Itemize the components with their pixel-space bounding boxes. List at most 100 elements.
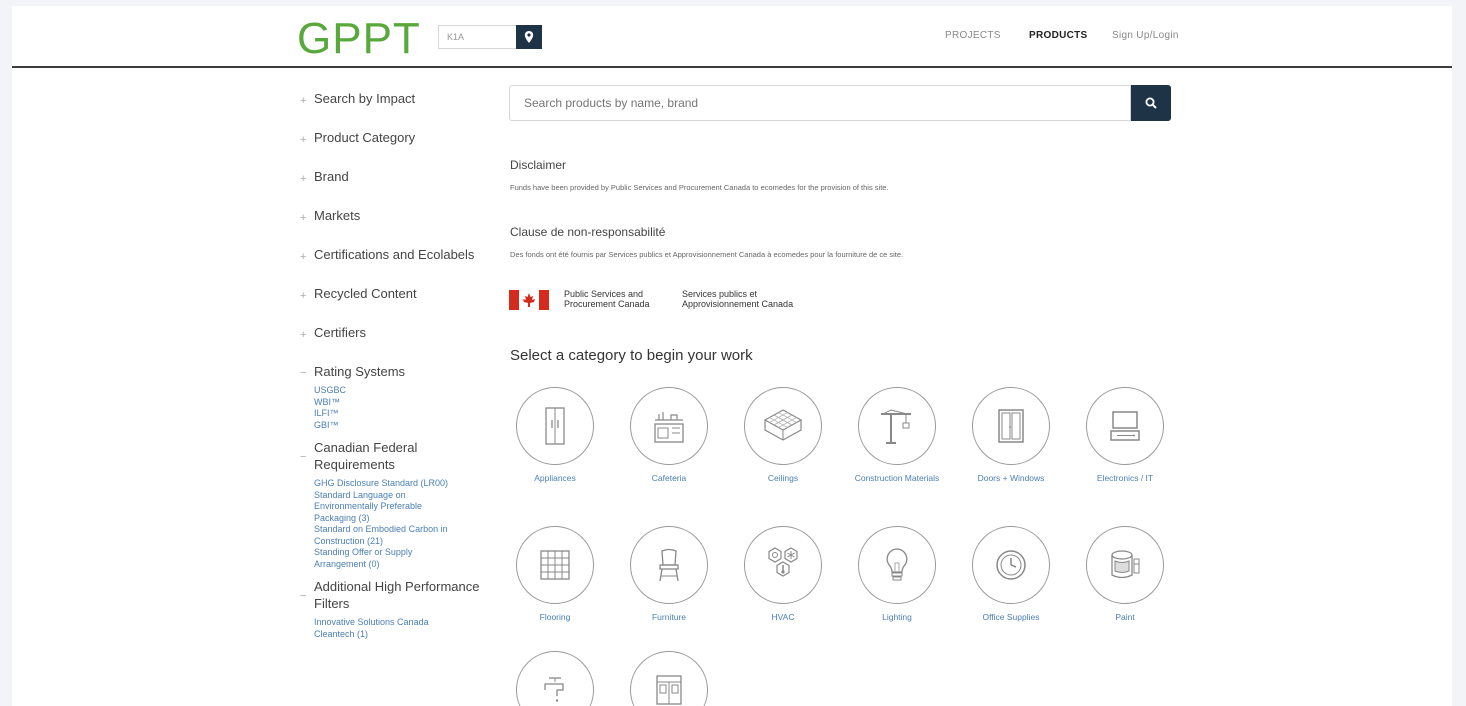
rating-usgbc-link[interactable]: USGBC: [314, 385, 500, 397]
filter-recycled-content[interactable]: + Recycled Content: [300, 285, 500, 324]
page: GPPT K1A PROJECTS PRODUCTS Sign Up/Login…: [12, 6, 1452, 706]
nav-products[interactable]: PRODUCTS: [1029, 30, 1088, 41]
expand-icon: +: [300, 251, 307, 263]
disclaimer-title-fr: Clause de non-responsabilité: [510, 225, 666, 239]
expand-icon: +: [300, 134, 307, 146]
category-label: Paint: [1115, 612, 1135, 622]
filter-search-by-impact[interactable]: + Search by Impact: [300, 90, 500, 129]
category-cabinets[interactable]: [619, 651, 719, 706]
category-label: HVAC: [771, 612, 795, 622]
requirement-link[interactable]: Environmentally Preferable: [314, 501, 500, 513]
category-flooring[interactable]: Flooring: [505, 526, 605, 622]
collapse-icon[interactable]: −: [300, 451, 306, 463]
group-title[interactable]: Canadian Federal Requirements: [314, 439, 500, 473]
category-label: Cafeteria: [651, 473, 687, 483]
collapse-icon[interactable]: −: [300, 590, 306, 602]
additional-filter-link[interactable]: Cleantech (1): [314, 629, 500, 641]
nav-projects[interactable]: PROJECTS: [945, 30, 1001, 41]
filter-label: Recycled Content: [314, 286, 417, 301]
disclaimer-text-fr: Des fonds ont été fournis par Services p…: [510, 250, 904, 259]
gppt-logo[interactable]: GPPT: [297, 14, 421, 64]
government-name-en: Public Services and Procurement Canada: [564, 289, 650, 309]
filter-brand[interactable]: + Brand: [300, 168, 500, 207]
expand-icon: +: [300, 329, 307, 341]
category-plumbing[interactable]: [505, 651, 605, 706]
refrigerator-icon: [545, 407, 565, 445]
category-paint[interactable]: Paint: [1075, 526, 1175, 622]
nav-signup-login[interactable]: Sign Up/Login: [1112, 30, 1179, 41]
gov-fr-line-2: Approvisionnement Canada: [682, 299, 794, 309]
canadian-requirements-group: − Canadian Federal Requirements GHG Disc…: [300, 439, 500, 570]
category-heading: Select a category to begin your work: [510, 347, 753, 364]
requirement-link[interactable]: Standard Language on: [314, 490, 500, 502]
category-circle: [516, 387, 594, 465]
category-hvac[interactable]: HVAC: [733, 526, 833, 622]
category-circle: [1086, 387, 1164, 465]
filter-label: Brand: [314, 169, 349, 184]
location-input[interactable]: K1A: [438, 25, 516, 49]
requirement-link[interactable]: Arrangement (0): [314, 559, 500, 571]
crane-icon: [881, 409, 911, 444]
chair-icon: [659, 548, 679, 582]
gov-en-line-2: Procurement Canada: [564, 299, 650, 309]
expand-icon: +: [300, 212, 307, 224]
category-label: Construction Materials: [854, 473, 940, 483]
requirement-link[interactable]: Packaging (3): [314, 513, 500, 525]
category-circle: [744, 526, 822, 604]
category-appliances[interactable]: Appliances: [505, 387, 605, 483]
category-construction-materials[interactable]: Construction Materials: [847, 387, 947, 483]
category-circle: [858, 387, 936, 465]
category-label: Appliances: [534, 473, 576, 483]
floor-tile-icon: [540, 550, 570, 580]
category-label: Lighting: [882, 612, 912, 622]
group-title[interactable]: Additional High Performance Filters: [314, 578, 500, 612]
product-search-input[interactable]: [510, 86, 1130, 120]
category-cafeteria[interactable]: Cafeteria: [619, 387, 719, 483]
category-circle: [630, 651, 708, 706]
rating-ilfi-link[interactable]: ILFI™: [314, 408, 500, 420]
location-button[interactable]: [516, 25, 542, 49]
disclaimer-title: Disclaimer: [510, 158, 567, 172]
category-circle: [630, 526, 708, 604]
filter-label: Certifications and Ecolabels: [314, 247, 475, 262]
kitchen-icon: [654, 412, 684, 443]
disclaimer-text: Funds have been provided by Public Servi…: [510, 183, 889, 192]
requirement-link[interactable]: Construction (21): [314, 536, 500, 548]
category-circle: [744, 387, 822, 465]
requirement-link[interactable]: Standard on Embodied Carbon in: [314, 524, 500, 536]
category-circle: [858, 526, 936, 604]
category-circle: [972, 387, 1050, 465]
map-pin-icon: [524, 31, 534, 43]
category-circle: [972, 526, 1050, 604]
filter-sidebar: + Search by Impact + Product Category + Bra…: [300, 90, 500, 648]
door-icon: [998, 409, 1024, 443]
category-label: Flooring: [539, 612, 571, 622]
collapse-icon[interactable]: −: [300, 367, 306, 379]
category-office-supplies[interactable]: Office Supplies: [961, 526, 1061, 622]
additional-filter-link[interactable]: Innovative Solutions Canada: [314, 617, 500, 629]
top-header: GPPT K1A PROJECTS PRODUCTS Sign Up/Login: [12, 6, 1452, 68]
computer-icon: [1110, 411, 1140, 441]
filter-certifiers[interactable]: + Certifiers: [300, 324, 500, 363]
requirement-link[interactable]: Standing Offer or Supply: [314, 547, 500, 559]
category-circle: [516, 651, 594, 706]
category-furniture[interactable]: Furniture: [619, 526, 719, 622]
category-doors-windows[interactable]: Doors + Windows: [961, 387, 1061, 483]
filter-certifications[interactable]: + Certifications and Ecolabels: [300, 246, 500, 285]
expand-icon: +: [300, 290, 307, 302]
filter-markets[interactable]: + Markets: [300, 207, 500, 246]
lightbulb-icon: [886, 548, 908, 581]
ceiling-grid-icon: [763, 409, 803, 441]
search-button[interactable]: [1131, 85, 1171, 121]
additional-filters-group: − Additional High Performance Filters In…: [300, 578, 500, 640]
group-title[interactable]: Rating Systems: [314, 363, 500, 380]
rating-gbi-link[interactable]: GBI™: [314, 420, 500, 432]
rating-wbi-link[interactable]: WBI™: [314, 397, 500, 409]
category-electronics-it[interactable]: Electronics / IT: [1075, 387, 1175, 483]
requirement-link[interactable]: GHG Disclosure Standard (LR00): [314, 478, 500, 490]
category-label: Electronics / IT: [1096, 473, 1154, 483]
category-ceilings[interactable]: Ceilings: [733, 387, 833, 483]
category-lighting[interactable]: Lighting: [847, 526, 947, 622]
filter-product-category[interactable]: + Product Category: [300, 129, 500, 168]
category-label: Furniture: [651, 612, 686, 622]
